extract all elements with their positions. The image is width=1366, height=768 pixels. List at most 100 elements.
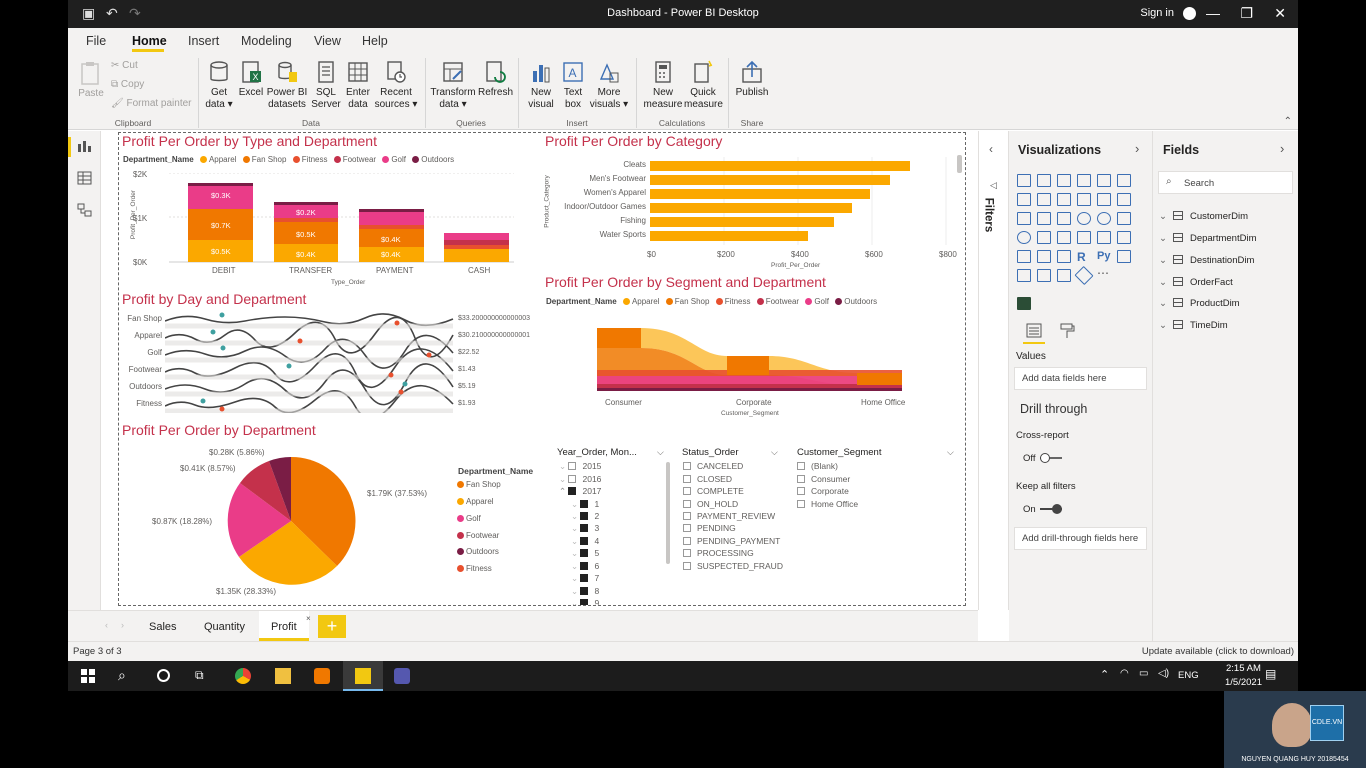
waterfall-icon[interactable]	[1017, 212, 1031, 225]
slicer-item[interactable]: SUSPECTED_FRAUD	[683, 561, 783, 571]
format-paint-roller-icon[interactable]	[1059, 323, 1075, 339]
slicer-scrollbar[interactable]	[666, 462, 670, 564]
slicer-item[interactable]: ⌄ 9	[571, 598, 599, 605]
line-clustered-icon[interactable]	[1097, 193, 1111, 206]
report-view-icon[interactable]	[77, 139, 92, 153]
legend-item[interactable]: Fitness	[457, 564, 492, 573]
python-visual-icon[interactable]: Py	[1097, 250, 1111, 263]
update-available-link[interactable]: Update available (click to download)	[1142, 646, 1294, 657]
maximize-icon[interactable]: ❐	[1240, 5, 1253, 22]
legend-item[interactable]: Fan Shop	[457, 480, 501, 489]
drill-through-drop-zone[interactable]: Add drill-through fields here	[1014, 527, 1147, 550]
legend-item[interactable]: Fitness	[302, 155, 328, 164]
field-table-destinationdim[interactable]: ⌄ DestinationDim	[1159, 255, 1254, 266]
slicer-item[interactable]: (Blank)	[797, 461, 838, 471]
chevron-right-icon[interactable]: ›	[1135, 141, 1139, 156]
slicer-item[interactable]: ⌄ 1	[571, 499, 599, 510]
power-bi-datasets-button[interactable]: Power BI datasets	[266, 59, 308, 111]
get-data-button[interactable]: Get data ▾	[202, 59, 236, 111]
keep-filters-toggle[interactable]	[1040, 504, 1062, 514]
slicer-item[interactable]: CANCELED	[683, 461, 743, 471]
close-tab-icon[interactable]: ×	[306, 614, 311, 623]
menu-view[interactable]: View	[314, 34, 341, 48]
slicer-item[interactable]: Corporate	[797, 486, 849, 496]
fields-search-input[interactable]: ⌕ Search	[1158, 171, 1293, 194]
ribbon-golf[interactable]	[597, 376, 902, 384]
scatter-icon[interactable]	[1057, 212, 1071, 225]
slicer-item[interactable]: PROCESSING	[683, 548, 754, 558]
tray-expand-icon[interactable]: ⌃	[1100, 668, 1109, 681]
slicer-item[interactable]: ⌄ 3	[571, 523, 599, 534]
recent-sources-button[interactable]: Recent sources ▾	[374, 59, 418, 111]
legend-item[interactable]: Outdoors	[844, 297, 877, 306]
area-chart-icon[interactable]	[1037, 193, 1051, 206]
r-visual-icon[interactable]: R	[1077, 250, 1091, 264]
bar-womens-apparel[interactable]	[650, 189, 870, 199]
bar-water-sports[interactable]	[650, 231, 808, 241]
pie-chart-icon[interactable]	[1077, 212, 1091, 225]
card-icon[interactable]	[1077, 231, 1091, 244]
publish-button[interactable]: Publish	[734, 59, 770, 99]
network-icon[interactable]: ◠	[1120, 668, 1129, 679]
multi-row-card-icon[interactable]	[1097, 231, 1111, 244]
legend-item[interactable]: Golf	[457, 514, 481, 523]
menu-help[interactable]: Help	[362, 34, 388, 48]
tab-sales[interactable]: Sales	[137, 611, 189, 641]
bar-cleats[interactable]	[650, 161, 910, 171]
sparkline-outdoors[interactable]	[165, 363, 454, 406]
slicer-item[interactable]: PAYMENT_REVIEW	[683, 511, 775, 521]
sign-in-link[interactable]: Sign in	[1140, 7, 1174, 19]
slicer-icon[interactable]	[1017, 250, 1031, 263]
quick-measure-button[interactable]: Quick measure	[684, 59, 723, 111]
tab-profit[interactable]: Profit	[259, 611, 309, 641]
cross-report-toggle[interactable]	[1040, 453, 1062, 463]
slicer-item[interactable]: ⌄ 4	[571, 536, 599, 547]
search-icon[interactable]: ⌕	[118, 667, 134, 683]
power-apps-icon[interactable]	[1074, 265, 1094, 286]
slicer-item[interactable]: COMPLETE	[683, 486, 744, 496]
enter-data-button[interactable]: Enter data	[344, 59, 372, 111]
clustered-column-icon[interactable]	[1077, 174, 1091, 187]
field-table-orderfact[interactable]: ⌄ OrderFact	[1159, 277, 1233, 288]
slicer-item[interactable]: Consumer	[797, 474, 850, 484]
line-column-icon[interactable]	[1077, 193, 1091, 206]
legend-item[interactable]: Fan Shop	[675, 297, 710, 306]
new-measure-button[interactable]: New measure	[642, 59, 684, 111]
ribbon-outdoors[interactable]	[597, 388, 902, 391]
filled-map-icon[interactable]	[1037, 231, 1051, 244]
more-visuals-button[interactable]: More visuals ▾	[589, 59, 629, 111]
refresh-button[interactable]: Refresh	[478, 59, 513, 99]
ribbon-segment[interactable]	[857, 373, 902, 385]
legend-item[interactable]: Fan Shop	[252, 155, 287, 164]
chevron-down-icon[interactable]: ⌵	[947, 447, 954, 458]
custom-visual-icon[interactable]	[1017, 297, 1031, 310]
teams-icon[interactable]	[394, 668, 410, 684]
menu-modeling[interactable]: Modeling	[241, 34, 292, 48]
line-chart-icon[interactable]	[1017, 193, 1031, 206]
menu-home[interactable]: Home	[132, 34, 167, 48]
100-column-icon[interactable]	[1117, 174, 1131, 187]
ribbon-footwear[interactable]	[597, 384, 902, 388]
legend-item[interactable]: Outdoors	[457, 547, 499, 556]
chrome-icon[interactable]	[235, 668, 251, 684]
collapse-ribbon-icon[interactable]: ⌃	[1284, 116, 1292, 127]
minimize-icon[interactable]: —	[1206, 5, 1220, 21]
menu-insert[interactable]: Insert	[188, 34, 219, 48]
bar-mens-footwear[interactable]	[650, 175, 890, 185]
filters-pane-collapsed[interactable]: ‹ ◁ Filters	[978, 131, 1009, 610]
kpi-icon[interactable]	[1117, 231, 1131, 244]
slicer-item[interactable]: Home Office	[797, 499, 858, 509]
menu-file[interactable]: File	[86, 34, 106, 48]
100-bar-icon[interactable]	[1097, 174, 1111, 187]
battery-icon[interactable]: ▭	[1139, 668, 1148, 679]
map-icon[interactable]	[1017, 231, 1031, 244]
slicer-item[interactable]: ON_HOLD	[683, 499, 738, 509]
more-options-icon[interactable]: ⋯	[1097, 267, 1111, 282]
text-box-button[interactable]: A Text box	[558, 59, 588, 111]
legend-item[interactable]: Footwear	[457, 531, 499, 540]
legend-item[interactable]: Golf	[814, 297, 829, 306]
legend-item[interactable]: Apparel	[209, 155, 237, 164]
windows-start-icon[interactable]	[80, 668, 96, 684]
slicer-item[interactable]: ⌄ 2	[571, 511, 599, 522]
slicer-item[interactable]: ⌄ 6	[571, 561, 599, 572]
